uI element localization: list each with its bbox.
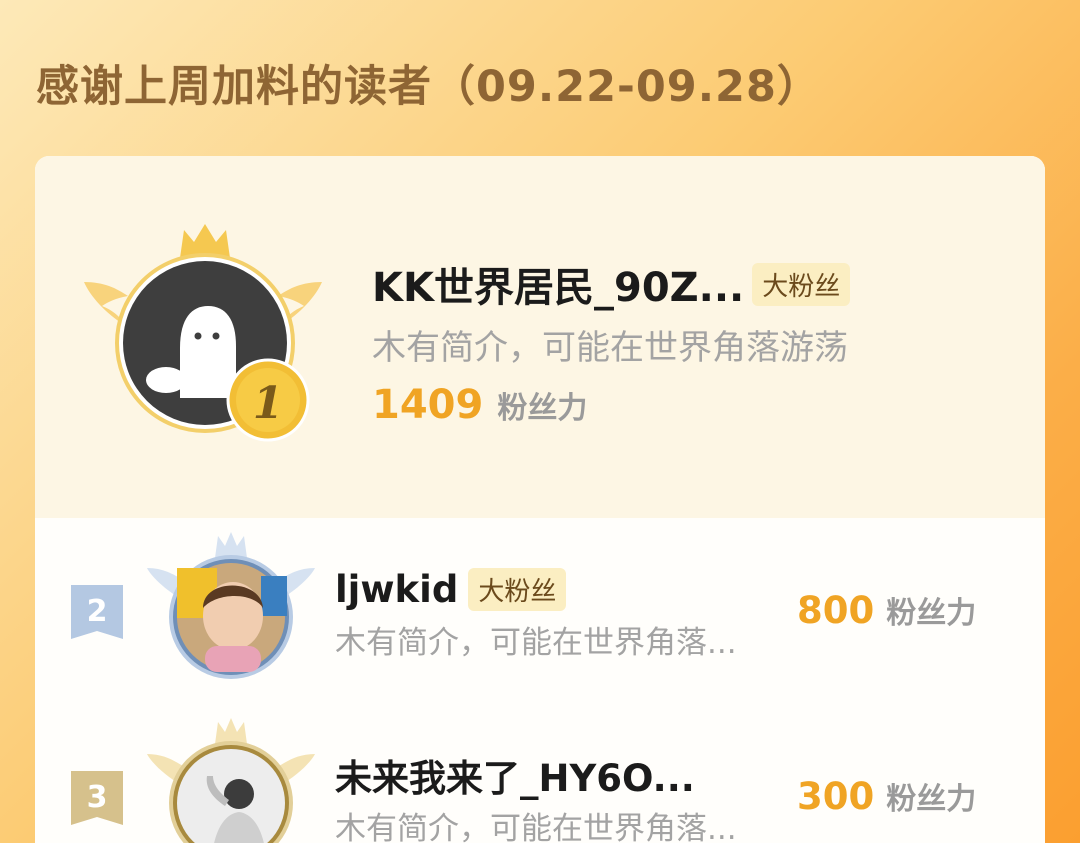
score-unit: 粉丝力 (497, 391, 588, 426)
reader-bio: 木有简介，可能在世界角落... (335, 811, 737, 843)
rank-1-avatar-frame[interactable]: 1 (80, 218, 330, 448)
reader-name-row: 未来我来了_HY6O... (335, 752, 695, 800)
svg-text:3: 3 (87, 780, 108, 815)
rank-2-avatar[interactable] (141, 528, 321, 688)
top-reader-name-row: KK世界居民_90Z... 大粉丝 (372, 255, 851, 313)
reader-score: 1409 粉丝力 (372, 382, 587, 428)
rank-3-avatar[interactable] (141, 714, 321, 843)
reader-name[interactable]: KK世界居民_90Z... (372, 255, 744, 313)
page-title: 感谢上周加料的读者（09.22-09.28） (36, 62, 821, 112)
svg-text:2: 2 (87, 594, 108, 629)
rank-3-flag-icon: 3 (71, 771, 123, 825)
crown-icon (180, 224, 230, 258)
reader-name[interactable]: 未来我来了_HY6O... (335, 748, 695, 802)
rank-2-flag-icon: 2 (71, 585, 123, 639)
score-unit: 粉丝力 (886, 596, 977, 631)
crown-icon (215, 718, 247, 744)
reader-score: 300 粉丝力 (797, 774, 976, 818)
score-unit: 粉丝力 (886, 782, 977, 817)
fan-level-badge: 大粉丝 (752, 262, 851, 306)
score-value: 1409 (372, 382, 484, 428)
fan-level-badge: 大粉丝 (468, 567, 567, 611)
ranking-card: 1 KK世界居民_90Z... 大粉丝 木有简介，可能在世界角落游荡 1409 … (35, 156, 1045, 843)
score-value: 800 (797, 589, 875, 632)
score-value: 300 (797, 775, 875, 818)
reader-score: 800 粉丝力 (797, 588, 976, 632)
rank-1-number: 1 (253, 378, 284, 429)
crown-icon (215, 532, 247, 558)
top-reader-item[interactable]: 1 KK世界居民_90Z... 大粉丝 木有简介，可能在世界角落游荡 1409 … (35, 156, 1045, 518)
reader-bio: 木有简介，可能在世界角落... (335, 625, 737, 661)
reader-bio: 木有简介，可能在世界角落游荡 (372, 328, 848, 368)
rank-1-medal-icon: 1 (226, 358, 310, 442)
reader-name-row: ljwkid 大粉丝 (335, 566, 567, 612)
reader-name[interactable]: ljwkid (335, 568, 458, 611)
